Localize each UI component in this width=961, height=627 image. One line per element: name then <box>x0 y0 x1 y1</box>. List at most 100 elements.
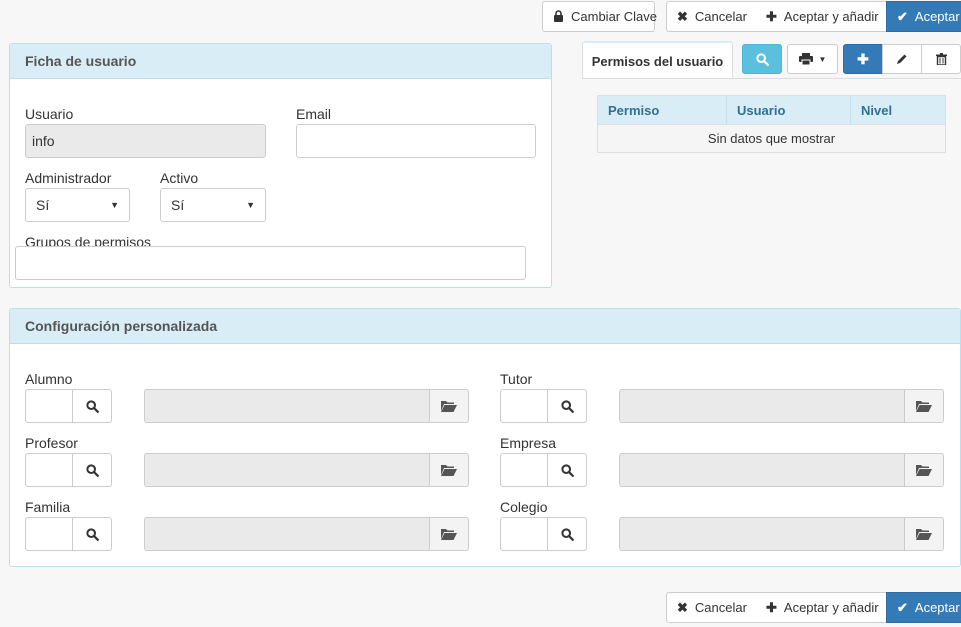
alumno-description-field <box>144 389 430 423</box>
tutor-open-button[interactable] <box>905 389 944 423</box>
active-select[interactable]: Sí ▼ <box>160 188 266 222</box>
permissions-grid: Permiso Usuario Nivel Sin datos que most… <box>597 95 946 153</box>
groups-field[interactable] <box>15 246 526 280</box>
tab-user-permissions[interactable]: Permisos del usuario <box>582 41 733 79</box>
bottom-accept-add-label: Aceptar y añadir <box>783 600 879 615</box>
profesor-search-button[interactable] <box>73 453 112 487</box>
accept-button[interactable]: ✔ Aceptar <box>886 1 961 32</box>
alumno-lookup <box>25 389 112 423</box>
trash-icon <box>935 53 947 65</box>
active-label: Activo <box>160 170 199 186</box>
colegio-lookup <box>500 517 587 551</box>
colegio-open-button[interactable] <box>905 517 944 551</box>
empty-message: Sin datos que mostrar <box>598 124 945 152</box>
alumno-code-input[interactable] <box>25 389 73 423</box>
empresa-search-button[interactable] <box>548 453 587 487</box>
search-icon <box>85 399 99 413</box>
printer-icon <box>798 53 813 65</box>
column-header-usuario[interactable]: Usuario <box>727 96 851 124</box>
check-icon: ✔ <box>897 9 908 24</box>
accept-add-label: Aceptar y añadir <box>783 9 879 24</box>
alumno-description <box>144 389 469 423</box>
empresa-code-input[interactable] <box>500 453 548 487</box>
config-panel-title: Configuración personalizada <box>10 309 960 344</box>
folder-open-icon <box>916 401 932 412</box>
empresa-description <box>619 453 944 487</box>
admin-select[interactable]: Sí ▼ <box>25 188 130 222</box>
lock-icon <box>553 9 564 24</box>
familia-lookup <box>25 517 112 551</box>
cancel-label: Cancelar <box>694 9 747 24</box>
tutor-lookup <box>500 389 587 423</box>
familia-label: Familia <box>25 499 71 515</box>
familia-description-field <box>144 517 430 551</box>
alumno-label: Alumno <box>25 371 73 387</box>
search-icon <box>755 52 769 66</box>
email-field[interactable] <box>296 124 536 158</box>
familia-description <box>144 517 469 551</box>
add-permission-button[interactable]: ✚ <box>843 44 883 74</box>
alumno-open-button[interactable] <box>430 389 469 423</box>
empresa-lookup <box>500 453 587 487</box>
empresa-description-field <box>619 453 905 487</box>
folder-open-icon <box>441 529 457 540</box>
folder-open-icon <box>916 529 932 540</box>
folder-open-icon <box>916 465 932 476</box>
colegio-label: Colegio <box>500 499 548 515</box>
tutor-search-button[interactable] <box>548 389 587 423</box>
close-icon: ✖ <box>677 9 688 24</box>
tab-divider <box>582 78 961 79</box>
search-icon <box>85 463 99 477</box>
search-button[interactable] <box>742 44 782 74</box>
cancel-button[interactable]: ✖ Cancelar <box>666 1 757 32</box>
active-select-value: Sí <box>171 197 185 213</box>
empresa-label: Empresa <box>500 435 557 451</box>
delete-permission-button[interactable] <box>921 44 961 74</box>
column-header-permiso[interactable]: Permiso <box>598 96 727 124</box>
familia-search-button[interactable] <box>73 517 112 551</box>
bottom-accept-label: Aceptar <box>914 600 960 615</box>
tutor-description <box>619 389 944 423</box>
column-header-nivel[interactable]: Nivel <box>851 96 945 124</box>
folder-open-icon <box>441 465 457 476</box>
admin-select-value: Sí <box>36 197 50 213</box>
permissions-grid-header: Permiso Usuario Nivel <box>598 96 945 124</box>
bottom-accept-button[interactable]: ✔ Aceptar <box>886 592 961 623</box>
bottom-accept-add-button[interactable]: ✚ Aceptar y añadir <box>756 592 887 623</box>
search-icon <box>85 527 99 541</box>
accept-label: Aceptar <box>914 9 960 24</box>
colegio-search-button[interactable] <box>548 517 587 551</box>
search-icon <box>560 527 574 541</box>
tab-user-permissions-label: Permisos del usuario <box>591 53 724 69</box>
tutor-code-input[interactable] <box>500 389 548 423</box>
profesor-open-button[interactable] <box>430 453 469 487</box>
print-menu-button[interactable]: ▼ <box>787 44 838 74</box>
colegio-code-input[interactable] <box>500 517 548 551</box>
close-icon: ✖ <box>677 600 688 615</box>
empresa-open-button[interactable] <box>905 453 944 487</box>
tutor-description-field <box>619 389 905 423</box>
bottom-cancel-button[interactable]: ✖ Cancelar <box>666 592 757 623</box>
caret-down-icon: ▼ <box>818 54 827 64</box>
caret-down-icon: ▼ <box>110 200 119 210</box>
user-panel-title: Ficha de usuario <box>10 44 551 79</box>
caret-down-icon: ▼ <box>246 200 255 210</box>
admin-label: Administrador <box>25 170 112 186</box>
profesor-lookup <box>25 453 112 487</box>
usuario-field[interactable]: info <box>25 124 266 158</box>
folder-open-icon <box>441 401 457 412</box>
plus-icon: ✚ <box>766 600 777 615</box>
familia-code-input[interactable] <box>25 517 73 551</box>
profesor-description <box>144 453 469 487</box>
alumno-search-button[interactable] <box>73 389 112 423</box>
change-password-label: Cambiar Clave <box>571 9 657 24</box>
familia-open-button[interactable] <box>430 517 469 551</box>
edit-permission-button[interactable] <box>882 44 922 74</box>
accept-add-button[interactable]: ✚ Aceptar y añadir <box>756 1 887 32</box>
search-icon <box>560 399 574 413</box>
profesor-code-input[interactable] <box>25 453 73 487</box>
change-password-button[interactable]: Cambiar Clave <box>542 1 657 32</box>
plus-icon: ✚ <box>766 9 777 24</box>
profesor-description-field <box>144 453 430 487</box>
usuario-label: Usuario <box>25 106 74 122</box>
